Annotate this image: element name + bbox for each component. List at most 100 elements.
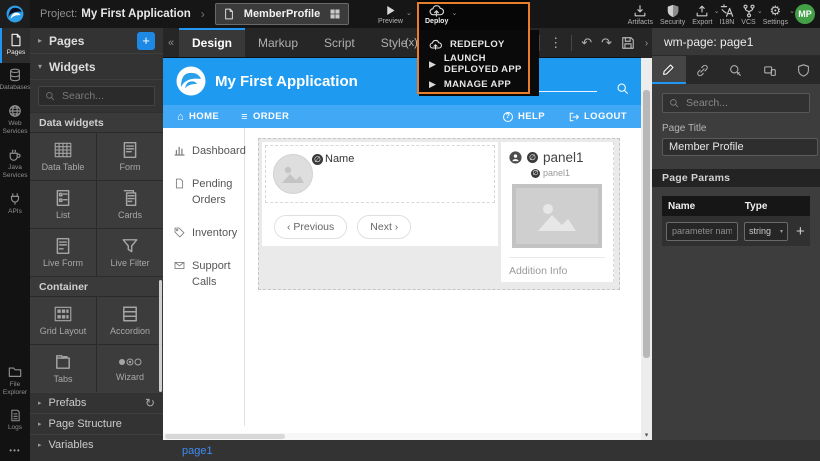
canvas-vscrollbar[interactable]: ▾ <box>641 58 652 440</box>
chevron-right-icon: ▸ <box>38 399 42 407</box>
variables-accordion-header[interactable]: ▸ Variables <box>30 434 163 455</box>
app-logo[interactable] <box>0 0 30 28</box>
widget-tile-grid-layout[interactable]: Grid Layout <box>30 297 96 344</box>
security-button[interactable]: Security <box>660 1 685 26</box>
rail-item-apis[interactable]: APIs <box>0 187 30 222</box>
user-avatar[interactable]: MP <box>795 4 815 24</box>
open-page-tab[interactable]: MemberProfile <box>215 3 349 25</box>
widget-tile-data-table[interactable]: Data Table <box>30 133 96 180</box>
sidebar-item-pending-orders[interactable]: Pending Orders <box>174 177 244 209</box>
design-canvas[interactable]: My First Application ⌂ HOME ≡ ORDER ? HE… <box>163 58 641 433</box>
widget-tile-form[interactable]: Form <box>97 133 163 180</box>
bar-chart-icon <box>174 145 185 156</box>
bound-name-field[interactable]: ∅ Name <box>312 153 354 165</box>
prefabs-accordion-header[interactable]: ▸ Prefabs ↻ <box>30 392 163 413</box>
active-page-tab[interactable]: page1 <box>182 445 213 457</box>
nav-item-home[interactable]: ⌂ HOME <box>177 111 219 123</box>
globe-icon <box>8 104 22 118</box>
menu-item-manage-app[interactable]: ▶ MANAGE APP <box>419 74 539 94</box>
params-table-header: Name Type <box>662 196 810 216</box>
tab-devices[interactable] <box>753 56 787 84</box>
cloud-upload-icon <box>429 4 444 17</box>
panel-caption: ∅ panel1 <box>531 168 605 178</box>
widgets-accordion-header[interactable]: ▾ Widgets <box>30 54 163 80</box>
widget-tile-cards[interactable]: Cards <box>97 181 163 228</box>
tab-events[interactable] <box>719 56 753 84</box>
nav-item-order[interactable]: ≡ ORDER <box>241 111 289 123</box>
nav-item-help[interactable]: ? HELP <box>503 111 545 122</box>
rail-item-file-explorer[interactable]: File Explorer <box>0 360 30 404</box>
param-type-select[interactable]: string ▾ <box>744 222 788 241</box>
list-pagination: ‹ Previous Next › <box>262 206 498 239</box>
i18n-button[interactable]: I18N <box>720 1 735 26</box>
widget-tile-wizard[interactable]: Wizard <box>97 345 163 392</box>
list-item-picture-placeholder[interactable] <box>273 154 313 194</box>
refresh-icon[interactable]: ↻ <box>145 396 155 410</box>
tab-styles[interactable] <box>686 56 720 84</box>
menu-item-launch-deployed-app[interactable]: ▶ LAUNCH DEPLOYED APP <box>419 54 539 74</box>
param-name-input[interactable] <box>666 222 738 241</box>
widget-tile-live-form[interactable]: Live Form <box>30 229 96 276</box>
widget-tile-accordion[interactable]: Accordion <box>97 297 163 344</box>
artifacts-button[interactable]: Artifacts <box>628 1 653 26</box>
widget-tile-tabs[interactable]: Tabs <box>30 345 96 392</box>
scroll-down-icon[interactable]: ▾ <box>641 431 652 439</box>
tab-security[interactable] <box>786 56 820 84</box>
list-widget[interactable]: ∅ Name ‹ Previous Next › <box>262 142 498 246</box>
sidebar-item-support-calls[interactable]: Support Calls <box>174 259 244 291</box>
scrollbar-thumb[interactable] <box>643 90 650 358</box>
preview-button[interactable]: Preview ⌄ <box>378 1 403 28</box>
canvas-app-header[interactable]: My First Application <box>163 58 641 105</box>
sidebar-item-inventory[interactable]: Inventory <box>174 226 244 242</box>
widget-tile-live-filter[interactable]: Live Filter <box>97 229 163 276</box>
upload-tray-icon <box>695 4 709 18</box>
rail-item-databases[interactable]: Databases <box>0 63 30 98</box>
settings-button[interactable]: ⚙ Settings ⌄ <box>763 1 788 26</box>
folder-icon <box>8 365 22 379</box>
panel-scrollbar[interactable] <box>159 280 162 392</box>
tab-script[interactable]: Script <box>311 28 368 57</box>
tab-markup[interactable]: Markup <box>245 28 311 57</box>
tab-design[interactable]: Design <box>179 28 245 57</box>
add-param-button[interactable]: + <box>796 223 805 240</box>
rail-item-java-services[interactable]: Java Services <box>0 143 30 187</box>
rail-item-web-services[interactable]: Web Services <box>0 99 30 143</box>
page-params-table: Name Type string ▾ + <box>662 196 810 246</box>
panel-widget[interactable]: ∅ panel1 ∅ panel1 Addition Info <box>501 142 614 282</box>
page-icon <box>9 33 23 47</box>
page-structure-accordion-header[interactable]: ▸ Page Structure <box>30 413 163 434</box>
deploy-button[interactable]: Deploy ⌄ <box>425 1 448 28</box>
list-item-template[interactable]: ∅ Name <box>265 145 495 203</box>
canvas-hscrollbar[interactable] <box>163 433 641 440</box>
redo-icon[interactable]: ↷ <box>601 35 612 51</box>
rail-item-pages[interactable]: Pages <box>0 28 30 63</box>
selected-container-widget[interactable]: ∅ Name ‹ Previous Next › <box>258 138 620 290</box>
save-icon[interactable] <box>621 36 635 50</box>
next-button[interactable]: Next › <box>357 215 411 239</box>
kebab-menu-icon[interactable]: ⋮ <box>549 35 562 51</box>
export-button[interactable]: Export ⌄ <box>692 1 712 26</box>
previous-button[interactable]: ‹ Previous <box>274 215 347 239</box>
tab-properties[interactable] <box>652 56 686 84</box>
nav-item-logout[interactable]: LOGOUT <box>569 111 627 122</box>
add-page-button[interactable]: + <box>137 32 155 50</box>
widget-tile-list[interactable]: List <box>30 181 96 228</box>
rail-item-logs[interactable]: Logs <box>0 404 30 438</box>
header-search-icon[interactable] <box>616 82 629 95</box>
gear-icon: ⚙ <box>770 4 782 18</box>
widget-search-input[interactable] <box>60 89 148 103</box>
properties-search-input[interactable] <box>684 96 803 110</box>
collapse-left-panel-icon[interactable]: « <box>163 28 179 57</box>
collapse-right-panel-icon[interactable]: › <box>641 28 652 58</box>
dashboard-grid-icon[interactable] <box>329 8 341 20</box>
undo-icon[interactable]: ↶ <box>581 35 592 51</box>
sidebar-item-dashboard[interactable]: Dashboard <box>174 144 244 160</box>
container-widgets-grid: Grid Layout Accordion Tabs <box>30 296 163 392</box>
vcs-button[interactable]: VCS ⌄ <box>741 1 755 26</box>
menu-item-redeploy[interactable]: REDEPLOY <box>419 34 539 54</box>
more-options-icon[interactable]: ••• <box>0 438 30 461</box>
panel-header[interactable]: ∅ panel1 <box>509 150 605 165</box>
pages-accordion-header[interactable]: ▸ Pages + <box>30 28 163 54</box>
page-title-input[interactable] <box>662 138 818 156</box>
panel-picture-placeholder[interactable] <box>512 184 602 248</box>
